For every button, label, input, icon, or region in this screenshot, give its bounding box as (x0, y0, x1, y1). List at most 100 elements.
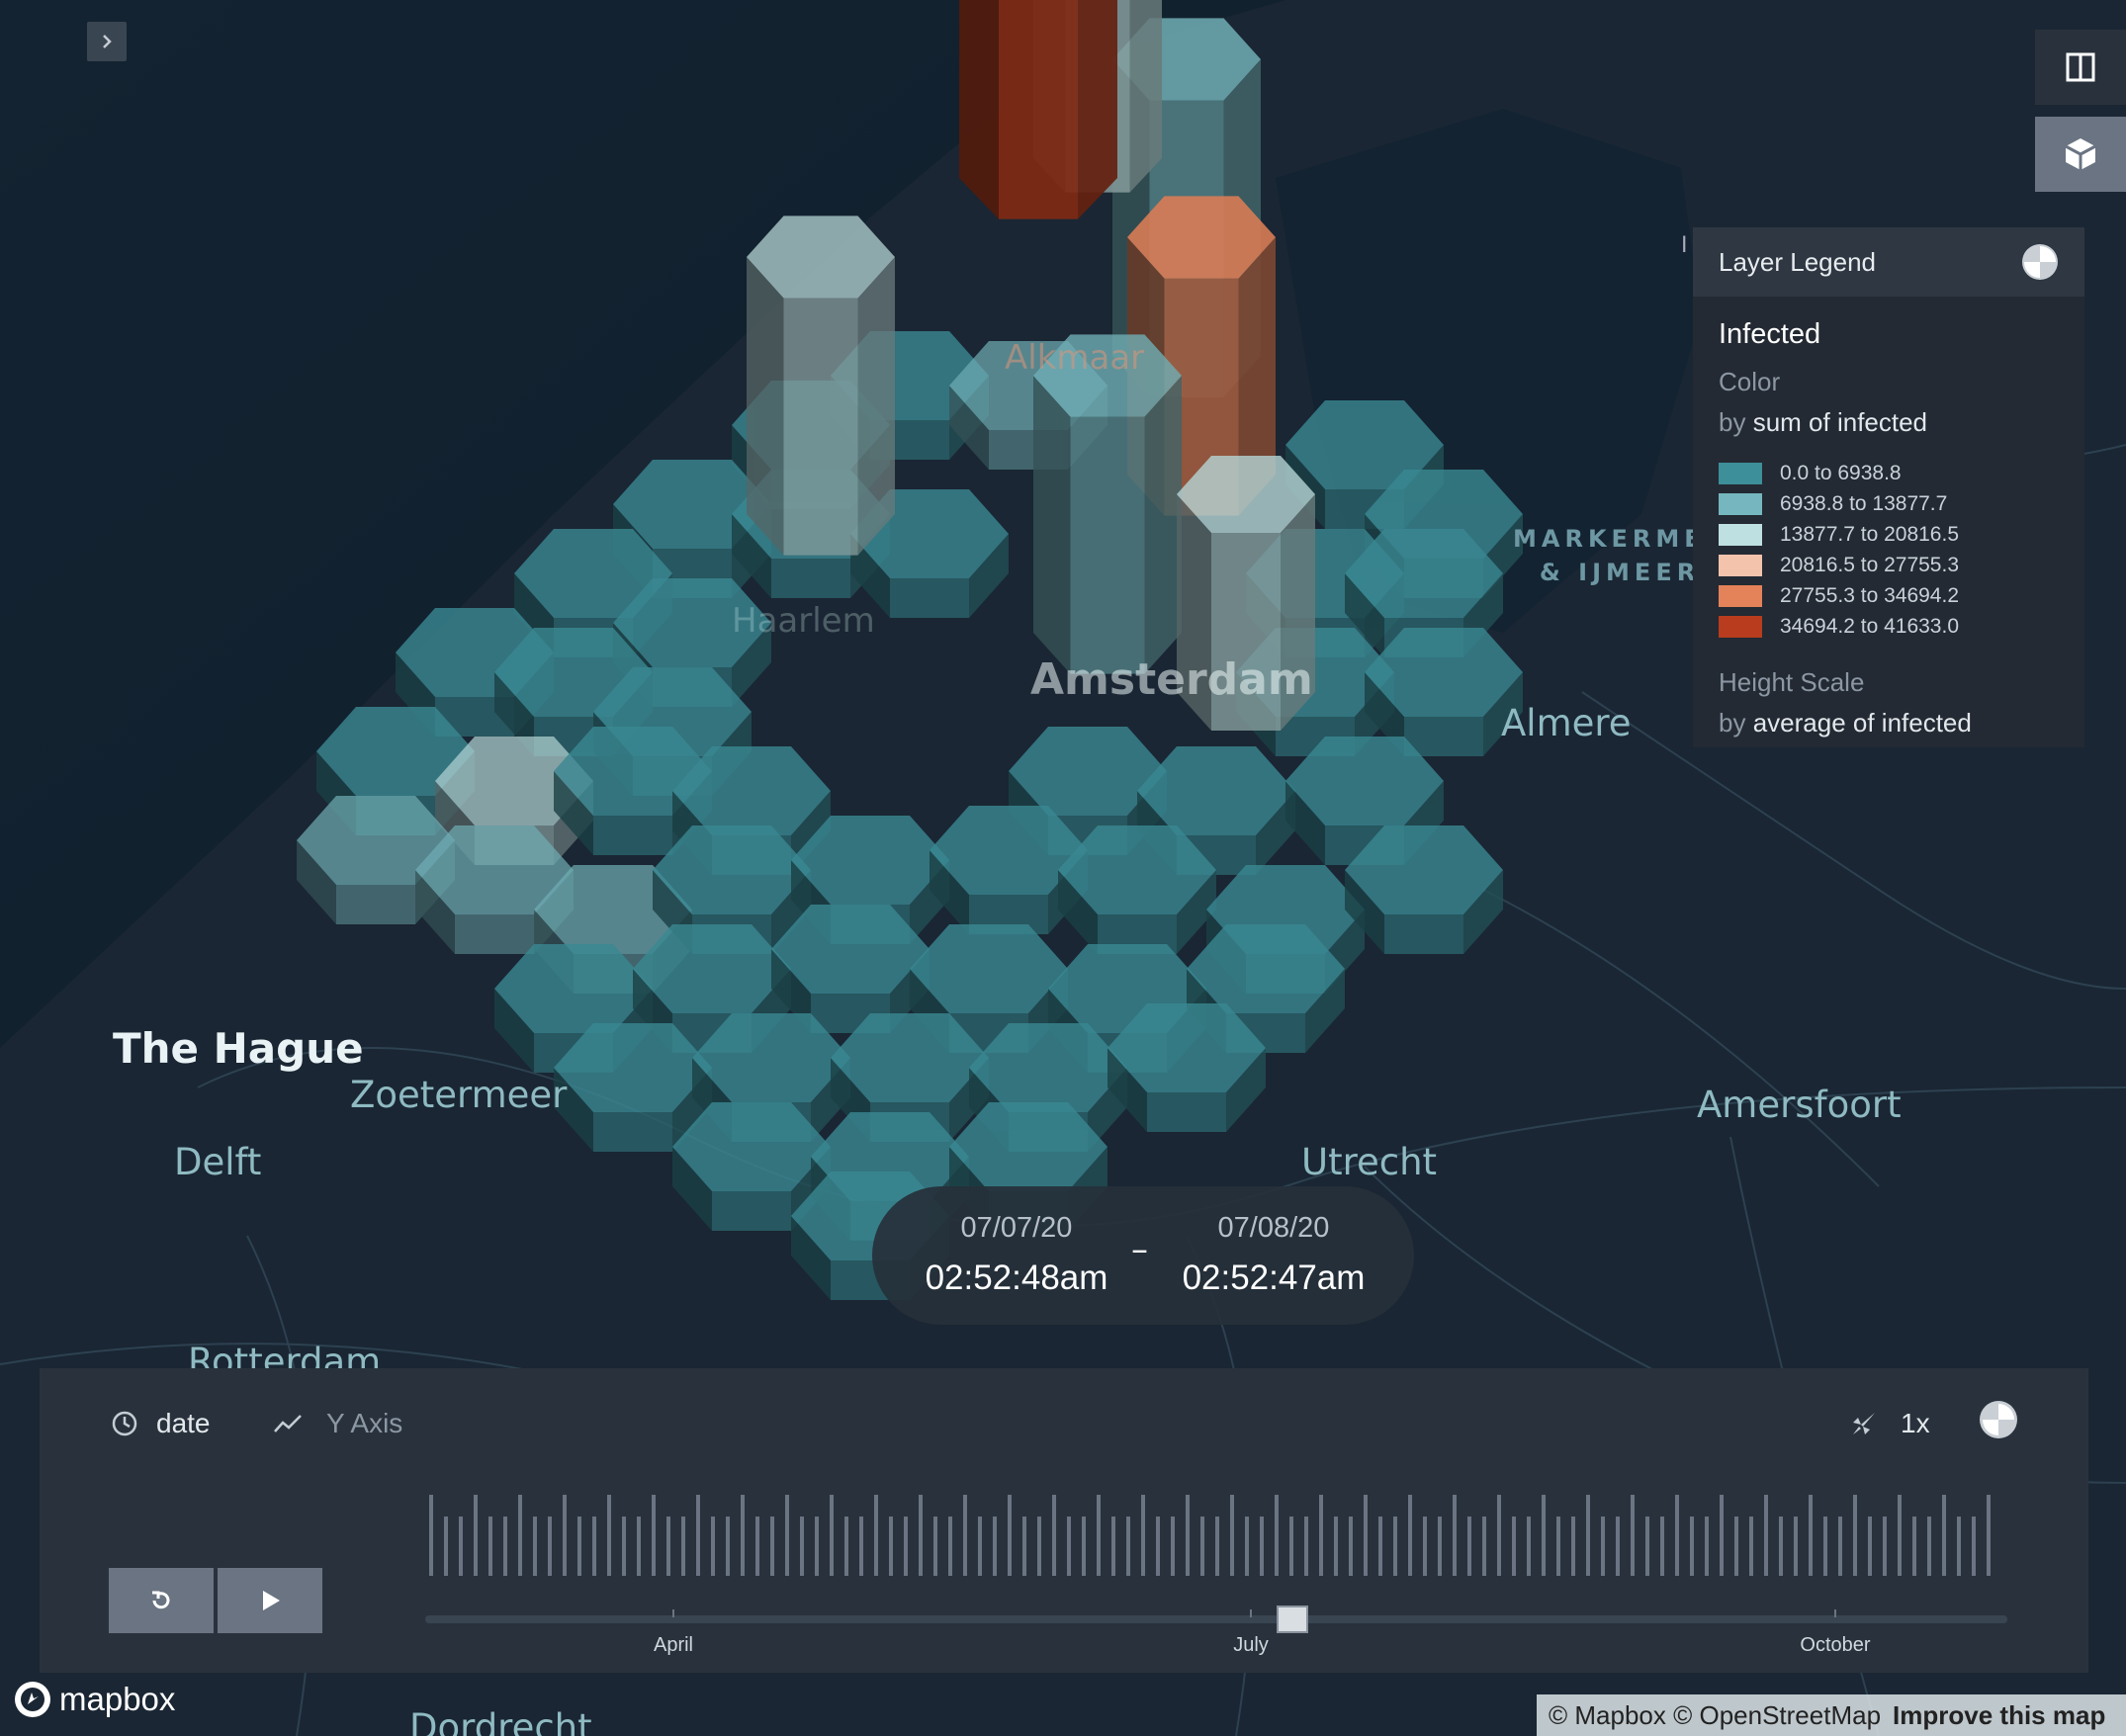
mapbox-logo-icon (15, 1682, 50, 1717)
histogram-bar (1556, 1517, 1560, 1576)
legend-layer-name: Infected (1719, 318, 1821, 350)
time-histogram[interactable] (425, 1477, 2017, 1576)
y-axis-selector[interactable]: Y Axis (273, 1408, 402, 1439)
city-label-delft: Delft (174, 1141, 262, 1183)
histogram-bar (592, 1517, 596, 1576)
histogram-bar (1453, 1495, 1457, 1576)
legend-color-by-field: sum of infected (1752, 407, 1928, 437)
hexagon-bin[interactable] (959, 0, 1117, 219)
histogram-bar (622, 1517, 626, 1576)
city-label-almere: Almere (1501, 702, 1632, 744)
legend-range-label: 13877.7 to 20816.5 (1780, 522, 1960, 546)
histogram-bar (904, 1517, 908, 1576)
histogram-bar (1467, 1517, 1471, 1576)
time-field-label: date (156, 1408, 211, 1438)
time-field-selector[interactable]: date (111, 1408, 211, 1439)
timeline-settings-button[interactable] (1979, 1400, 2018, 1439)
histogram-bar (889, 1517, 893, 1576)
legend-collapse-button[interactable] (2021, 243, 2059, 281)
rocket-icon (1853, 1413, 1875, 1434)
histogram-bar (533, 1517, 537, 1576)
histogram-bar (1230, 1495, 1234, 1576)
y-axis-label: Y Axis (326, 1408, 403, 1438)
histogram-bar (726, 1517, 730, 1576)
city-label-amersfoort: Amersfoort (1697, 1084, 1902, 1126)
hexagon-bin[interactable] (1058, 825, 1216, 955)
hexagon-bin[interactable] (747, 216, 895, 556)
histogram-bar (963, 1495, 967, 1576)
histogram-bar (711, 1517, 715, 1576)
histogram-bar (1571, 1517, 1575, 1576)
legend-color-heading: Color (1719, 367, 1781, 396)
legend-color-by: by sum of infected (1719, 407, 2059, 438)
histogram-bar (1586, 1495, 1590, 1576)
histogram-bar (1126, 1517, 1130, 1576)
histogram-bar (652, 1495, 656, 1576)
histogram-bar (1497, 1495, 1501, 1576)
end-date: 07/08/20 (1217, 1212, 1330, 1244)
histogram-bar (429, 1495, 433, 1576)
improve-map-link[interactable]: Improve this map (1893, 1700, 2105, 1731)
histogram-bar (681, 1517, 685, 1576)
histogram-bar (1245, 1517, 1249, 1576)
play-button[interactable] (218, 1568, 322, 1633)
legend-height-by-prefix: by (1719, 708, 1746, 738)
timeline-slider-track[interactable] (425, 1615, 2007, 1623)
histogram-bar (577, 1517, 581, 1576)
histogram-bar (1423, 1517, 1427, 1576)
legend-color-swatch (1719, 554, 1762, 576)
histogram-bar (1690, 1517, 1694, 1576)
reset-button[interactable] (109, 1568, 214, 1633)
histogram-bar (1512, 1517, 1516, 1576)
legend-color-swatch (1719, 584, 1762, 607)
legend-color-by-prefix: by (1719, 407, 1746, 437)
histogram-bar (459, 1517, 463, 1576)
city-label-amsterdam: Amsterdam (1030, 654, 1313, 705)
histogram-bar (1734, 1517, 1738, 1576)
histogram-bar (1289, 1517, 1293, 1576)
3d-view-toggle-button[interactable] (2035, 117, 2126, 192)
city-label-the-hague: The Hague (113, 1024, 364, 1073)
mapbox-logo[interactable]: mapbox (12, 1679, 175, 1720)
histogram-bar (1779, 1517, 1783, 1576)
histogram-bar (666, 1517, 670, 1576)
legend-color-swatch (1719, 492, 1762, 515)
histogram-bar (444, 1517, 448, 1576)
histogram-bar (548, 1517, 552, 1576)
layer-legend-panel: Layer Legend Infected Color by sum of in… (1693, 227, 2084, 747)
histogram-bar (1052, 1495, 1056, 1576)
histogram-bar (933, 1517, 937, 1576)
split-map-button[interactable] (2035, 30, 2126, 105)
histogram-bar (1393, 1517, 1397, 1576)
histogram-bar (1067, 1517, 1071, 1576)
hexagon-bin[interactable] (1107, 1002, 1266, 1133)
histogram-bar (948, 1517, 952, 1576)
side-panel-toggle-button[interactable] (87, 22, 127, 61)
start-time: 02:52:48am (925, 1259, 1108, 1297)
histogram-bar (1542, 1495, 1546, 1576)
histogram-bar (637, 1517, 641, 1576)
histogram-bar (1809, 1495, 1813, 1576)
legend-range-row: 13877.7 to 20816.5 (1719, 519, 2059, 550)
histogram-bar (978, 1517, 982, 1576)
attribution-text[interactable]: © Mapbox © OpenStreetMap (1549, 1700, 1881, 1731)
legend-range-row: 6938.8 to 13877.7 (1719, 488, 2059, 519)
dial-icon (1980, 1401, 2017, 1438)
hexagon-bin[interactable] (1033, 334, 1182, 674)
histogram-bar (1022, 1517, 1026, 1576)
legend-height-by: by average of infected (1719, 708, 2059, 738)
histogram-bar (1186, 1495, 1190, 1576)
hexagon-bin[interactable] (1345, 825, 1503, 955)
legend-color-swatch (1719, 462, 1762, 484)
histogram-bar (503, 1517, 507, 1576)
histogram-bar (1378, 1517, 1382, 1576)
histogram-bar (1645, 1517, 1649, 1576)
timeline-slider-handle[interactable] (1276, 1606, 1308, 1633)
histogram-bar (1794, 1517, 1798, 1576)
histogram-bar (1631, 1495, 1635, 1576)
histogram-bar (1438, 1517, 1442, 1576)
legend-range-label: 6938.8 to 13877.7 (1780, 491, 1948, 515)
histogram-bar (919, 1495, 923, 1576)
speed-control[interactable]: 1x (1849, 1408, 1930, 1439)
histogram-bar (1111, 1517, 1115, 1576)
